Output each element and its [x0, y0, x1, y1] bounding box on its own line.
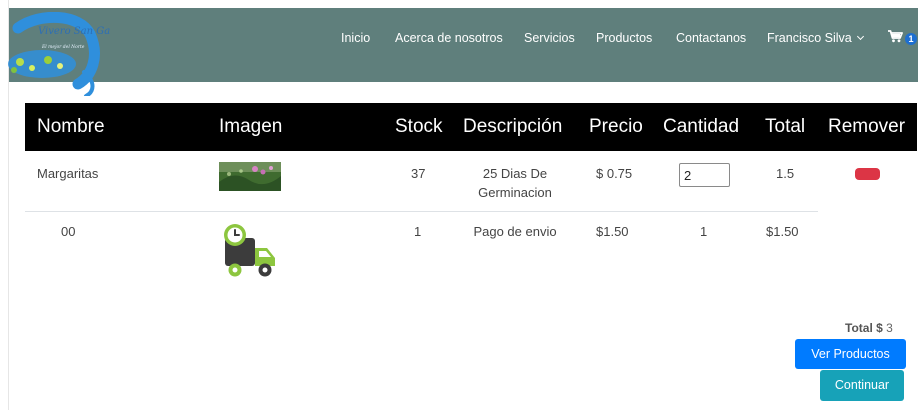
nav-contactanos[interactable]: Contactanos: [676, 31, 746, 45]
row1-description-line2: Germinacion: [478, 185, 552, 200]
svg-text:Vivero San Gabriel: Vivero San Gabriel: [38, 26, 110, 37]
row1-name: Margaritas: [37, 166, 99, 181]
delivery-truck-icon: [224, 224, 275, 277]
row2-name: 00: [61, 224, 76, 239]
header-nombre: Nombre: [37, 116, 105, 137]
nav-productos[interactable]: Productos: [596, 31, 652, 45]
row1-quantity-input[interactable]: [679, 163, 730, 187]
brand-logo[interactable]: Vivero San Gabriel El mejor del Norte: [0, 12, 110, 96]
navbar: [9, 8, 918, 82]
row1-stock: 37: [411, 166, 426, 181]
header-cantidad: Cantidad: [663, 116, 740, 137]
user-name: Francisco Silva: [767, 31, 852, 45]
row1-flower-image: [219, 162, 281, 191]
total-value: 3: [886, 321, 893, 335]
row2-quantity: 1: [700, 224, 708, 239]
header-precio: Precio: [589, 116, 643, 137]
row2-stock: 1: [414, 224, 422, 239]
header-descripcion: Descripción: [463, 116, 563, 137]
cart-icon[interactable]: [887, 29, 903, 43]
nav-servicios[interactable]: Servicios: [524, 31, 575, 45]
cart-count-badge: 1: [905, 33, 917, 45]
continuar-button[interactable]: Continuar: [820, 370, 904, 401]
row2-total: $1.50: [766, 224, 799, 239]
chevron-down-icon: [856, 32, 864, 41]
header-remover: Remover: [828, 116, 906, 137]
user-dropdown[interactable]: Francisco Silva: [767, 31, 864, 45]
ver-productos-button[interactable]: Ver Productos: [795, 339, 906, 369]
row2-price: $1.50: [596, 224, 629, 239]
header-stock: Stock: [395, 116, 443, 137]
header-imagen: Imagen: [219, 116, 283, 137]
row2-description: Pago de envio: [473, 224, 557, 239]
row1-description: 25 Dias De Germinacion: [455, 164, 575, 202]
svg-text:El mejor del Norte: El mejor del Norte: [41, 44, 85, 50]
nav-inicio[interactable]: Inicio: [341, 31, 370, 45]
cart-total: Total $ 3: [845, 321, 893, 335]
row1-description-line1: 25 Dias De: [482, 166, 548, 181]
row1-total: 1.5: [776, 166, 795, 181]
row1-price: $ 0.75: [596, 166, 633, 181]
row-divider: [25, 211, 818, 212]
row1-remove-button[interactable]: [855, 168, 880, 180]
header-total: Total: [765, 116, 806, 137]
nav-acerca[interactable]: Acerca de nosotros: [395, 31, 503, 45]
total-label: Total $: [845, 321, 883, 335]
